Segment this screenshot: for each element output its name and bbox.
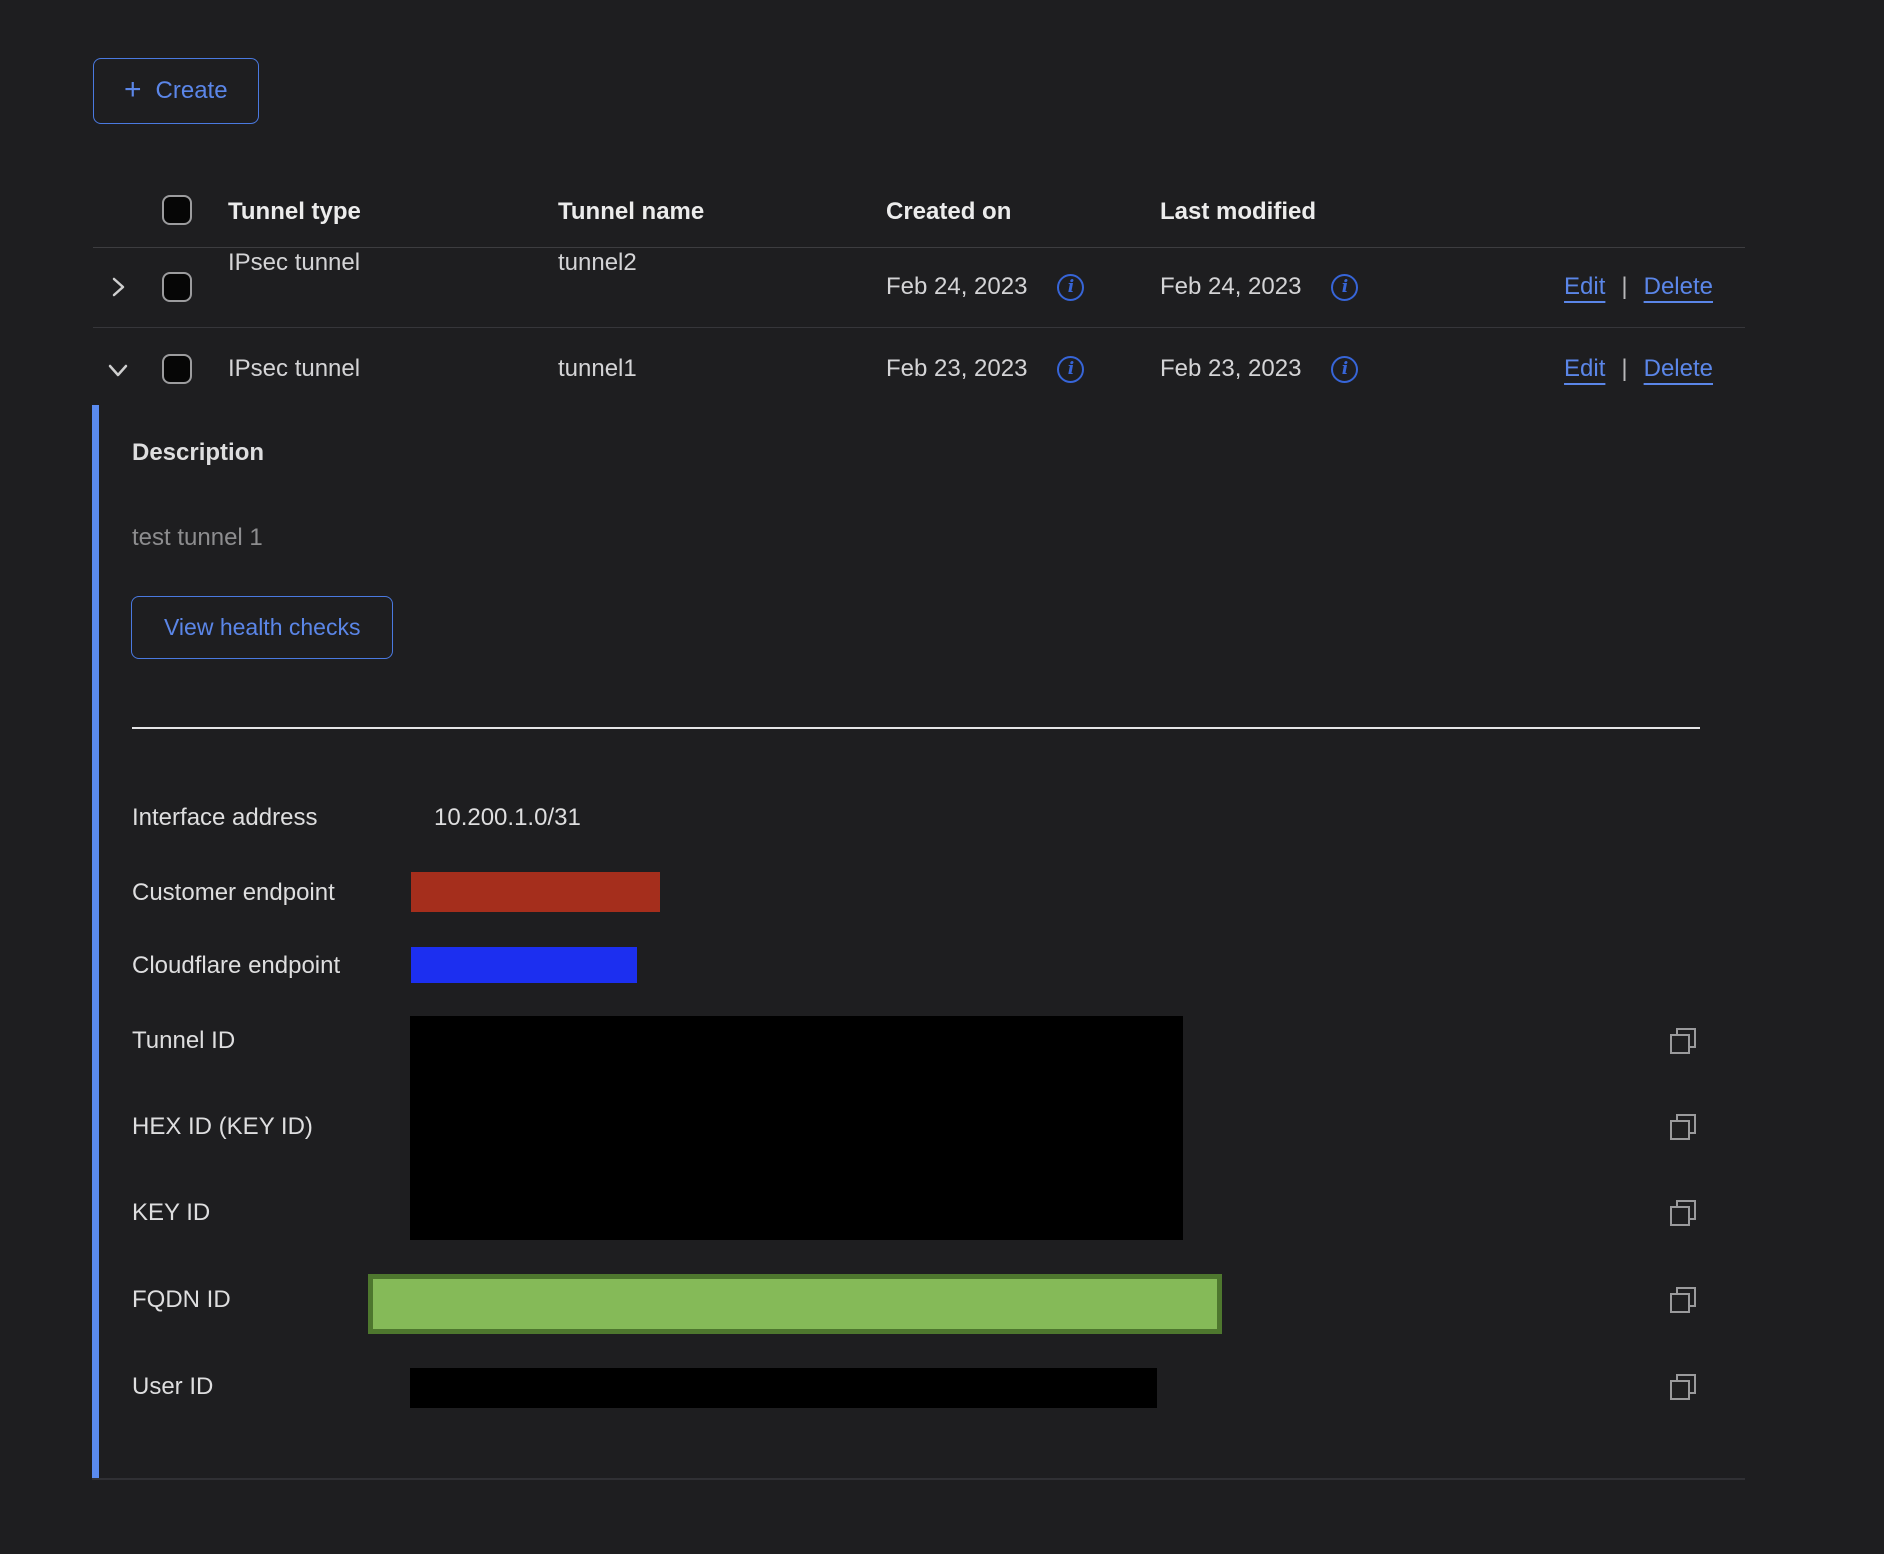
tunnel-type-cell: IPsec tunnel bbox=[228, 354, 360, 384]
column-header-tunnel-name: Tunnel name bbox=[558, 197, 704, 227]
last-modified-cell: Feb 24, 2023 i bbox=[1160, 272, 1358, 302]
info-icon[interactable]: i bbox=[1331, 356, 1358, 383]
description-label: Description bbox=[132, 438, 264, 468]
last-modified-cell: Feb 23, 2023 i bbox=[1160, 354, 1358, 384]
tunnel-type-cell: IPsec tunnel bbox=[228, 248, 360, 278]
copy-icon[interactable] bbox=[1668, 1198, 1698, 1228]
delete-link[interactable]: Delete bbox=[1644, 354, 1713, 384]
column-header-tunnel-type: Tunnel type bbox=[228, 197, 361, 227]
user-id-label: User ID bbox=[132, 1372, 213, 1402]
description-value: test tunnel 1 bbox=[132, 523, 263, 553]
plus-icon: + bbox=[124, 75, 142, 105]
action-separator: | bbox=[1621, 354, 1627, 384]
section-divider bbox=[132, 727, 1700, 729]
copy-icon[interactable] bbox=[1668, 1372, 1698, 1402]
fqdn-id-redacted-value bbox=[368, 1274, 1222, 1334]
info-icon[interactable]: i bbox=[1331, 274, 1358, 301]
expanded-row-accent-bar bbox=[92, 405, 99, 1478]
tunnel-detail-panel: Description test tunnel 1 View health ch… bbox=[92, 408, 1745, 1480]
row-checkbox[interactable] bbox=[162, 272, 192, 302]
last-modified-value: Feb 24, 2023 bbox=[1160, 272, 1301, 302]
action-separator: | bbox=[1621, 272, 1627, 302]
key-id-label: KEY ID bbox=[132, 1198, 210, 1228]
column-header-created-on: Created on bbox=[886, 197, 1011, 227]
fqdn-id-label: FQDN ID bbox=[132, 1285, 231, 1315]
cloudflare-endpoint-label: Cloudflare endpoint bbox=[132, 951, 340, 981]
ipsec-tunnels-page: + Create Tunnel type Tunnel name Created… bbox=[0, 0, 1884, 1554]
view-health-checks-label: View health checks bbox=[164, 614, 360, 641]
view-health-checks-button[interactable]: View health checks bbox=[131, 596, 393, 659]
info-icon[interactable]: i bbox=[1057, 356, 1084, 383]
edit-link[interactable]: Edit bbox=[1564, 354, 1605, 384]
ids-redacted-value bbox=[410, 1016, 1183, 1240]
tunnels-table: Tunnel type Tunnel name Created on Last … bbox=[93, 170, 1745, 410]
customer-endpoint-redacted-value bbox=[411, 872, 660, 912]
select-all-checkbox[interactable] bbox=[162, 195, 192, 225]
table-row-tunnel2: IPsec tunnel tunnel2 Feb 24, 2023 i Feb … bbox=[93, 248, 1745, 328]
hex-id-label: HEX ID (KEY ID) bbox=[132, 1112, 313, 1142]
table-header-row: Tunnel type Tunnel name Created on Last … bbox=[93, 170, 1745, 248]
interface-address-value: 10.200.1.0/31 bbox=[434, 803, 581, 833]
customer-endpoint-label: Customer endpoint bbox=[132, 878, 335, 908]
created-on-value: Feb 24, 2023 bbox=[886, 272, 1027, 302]
chevron-right-icon[interactable] bbox=[104, 273, 132, 301]
cloudflare-endpoint-redacted-value bbox=[411, 947, 637, 983]
last-modified-value: Feb 23, 2023 bbox=[1160, 354, 1301, 384]
copy-icon[interactable] bbox=[1668, 1026, 1698, 1056]
tunnel-name-cell: tunnel2 bbox=[558, 248, 637, 278]
column-header-last-modified: Last modified bbox=[1160, 197, 1316, 227]
table-row-tunnel1: IPsec tunnel tunnel1 Feb 23, 2023 i Feb … bbox=[93, 328, 1745, 410]
created-on-cell: Feb 24, 2023 i bbox=[886, 272, 1084, 302]
row-actions: Edit | Delete bbox=[1564, 272, 1713, 302]
copy-icon[interactable] bbox=[1668, 1112, 1698, 1142]
copy-icon[interactable] bbox=[1668, 1285, 1698, 1315]
user-id-redacted-value bbox=[410, 1368, 1157, 1408]
tunnel-id-label: Tunnel ID bbox=[132, 1026, 235, 1056]
delete-link[interactable]: Delete bbox=[1644, 272, 1713, 302]
created-on-cell: Feb 23, 2023 i bbox=[886, 354, 1084, 384]
tunnel-name-cell: tunnel1 bbox=[558, 354, 637, 384]
row-actions: Edit | Delete bbox=[1564, 354, 1713, 384]
interface-address-label: Interface address bbox=[132, 803, 317, 833]
create-button[interactable]: + Create bbox=[93, 58, 259, 124]
edit-link[interactable]: Edit bbox=[1564, 272, 1605, 302]
chevron-down-icon[interactable] bbox=[104, 356, 132, 384]
create-button-label: Create bbox=[156, 77, 228, 105]
created-on-value: Feb 23, 2023 bbox=[886, 354, 1027, 384]
row-checkbox[interactable] bbox=[162, 354, 192, 384]
info-icon[interactable]: i bbox=[1057, 274, 1084, 301]
